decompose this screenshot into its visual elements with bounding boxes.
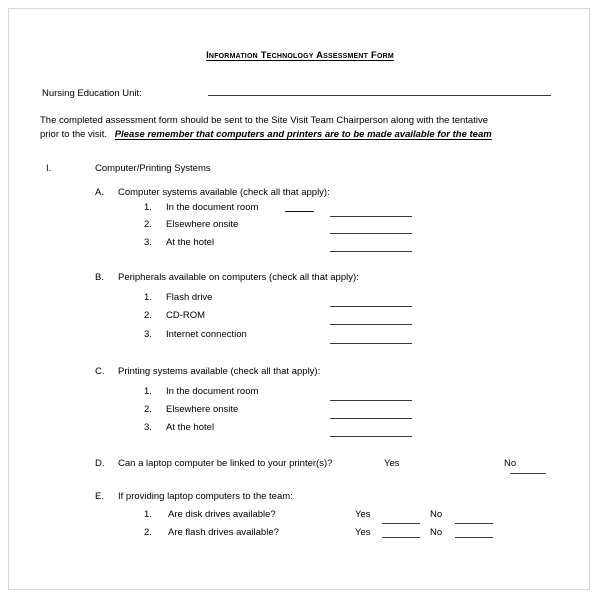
subsection-A-heading: Computer systems available (check all th…: [118, 187, 330, 198]
item-A2-write-line[interactable]: [330, 233, 412, 234]
subsection-C-heading: Printing systems available (check all th…: [118, 366, 321, 377]
item-E1-number: 1.: [144, 509, 152, 520]
document-page: Information Technology Assessment Form N…: [0, 0, 600, 600]
item-B2-number: 2.: [144, 310, 152, 321]
item-E2-no-label: No: [430, 527, 443, 538]
item-E1-no-line[interactable]: [455, 523, 493, 524]
intro-line-2-plain: prior to the visit.: [40, 129, 108, 140]
item-A3-number: 3.: [144, 237, 152, 248]
subsection-D-heading: Can a laptop computer be linked to your …: [118, 458, 333, 469]
item-C2-number: 2.: [144, 404, 152, 415]
item-B3-label: Internet connection: [166, 329, 247, 340]
item-C1-label: In the document room: [166, 386, 259, 397]
item-C3-number: 3.: [144, 422, 152, 433]
item-C1-write-line[interactable]: [330, 400, 412, 401]
item-A1-write-line[interactable]: [330, 216, 412, 217]
subsection-C-letter: C.: [95, 366, 105, 377]
section-I-heading: Computer/Printing Systems: [95, 163, 211, 174]
subsection-B-letter: B.: [95, 272, 104, 283]
subsection-D-yes-label: Yes: [384, 458, 400, 469]
nursing-education-unit-input-line[interactable]: [208, 95, 551, 96]
item-A1-label: In the document room: [166, 202, 259, 213]
item-A1-check-line[interactable]: [285, 211, 314, 212]
subsection-E-letter: E.: [95, 491, 104, 502]
item-B1-number: 1.: [144, 292, 152, 303]
item-E2-label: Are flash drives available?: [168, 527, 279, 538]
item-A2-number: 2.: [144, 219, 152, 230]
section-I-numeral: I.: [46, 163, 52, 174]
item-E1-label: Are disk drives available?: [168, 509, 276, 520]
item-B3-number: 3.: [144, 329, 152, 340]
item-A3-label: At the hotel: [166, 237, 215, 248]
nursing-education-unit-label: Nursing Education Unit:: [42, 88, 142, 99]
item-A2-label: Elsewhere onsite: [166, 219, 239, 230]
item-E1-no-label: No: [430, 509, 443, 520]
item-C3-write-line[interactable]: [330, 436, 412, 437]
subsection-B-heading: Peripherals available on computers (chec…: [118, 272, 359, 283]
page-title: Information Technology Assessment Form: [206, 50, 394, 61]
subsection-D-letter: D.: [95, 458, 105, 469]
subsection-E-heading: If providing laptop computers to the tea…: [118, 491, 293, 502]
item-B2-label: CD-ROM: [166, 310, 206, 321]
item-A1-number: 1.: [144, 202, 152, 213]
item-B3-write-line[interactable]: [330, 343, 412, 344]
item-B1-write-line[interactable]: [330, 306, 412, 307]
item-E1-yes-label: Yes: [355, 509, 371, 520]
item-C3-label: At the hotel: [166, 422, 215, 433]
subsection-A-letter: A.: [95, 187, 104, 198]
item-C1-number: 1.: [144, 386, 152, 397]
intro-line-2: prior to the visit. Please remember that…: [40, 128, 492, 142]
item-C2-label: Elsewhere onsite: [166, 404, 239, 415]
item-E1-yes-line[interactable]: [382, 523, 420, 524]
subsection-D-no-line[interactable]: [510, 473, 546, 474]
item-E2-yes-label: Yes: [355, 527, 371, 538]
item-C2-write-line[interactable]: [330, 418, 412, 419]
item-E2-number: 2.: [144, 527, 152, 538]
item-B2-write-line[interactable]: [330, 324, 412, 325]
item-E2-no-line[interactable]: [455, 537, 493, 538]
intro-line-1: The completed assessment form should be …: [40, 115, 488, 126]
subsection-D-no-label: No: [504, 458, 517, 469]
item-B1-label: Flash drive: [166, 292, 213, 303]
item-A3-write-line[interactable]: [330, 251, 412, 252]
item-E2-yes-line[interactable]: [382, 537, 420, 538]
intro-line-2-emphasis: Please remember that computers and print…: [114, 129, 492, 140]
